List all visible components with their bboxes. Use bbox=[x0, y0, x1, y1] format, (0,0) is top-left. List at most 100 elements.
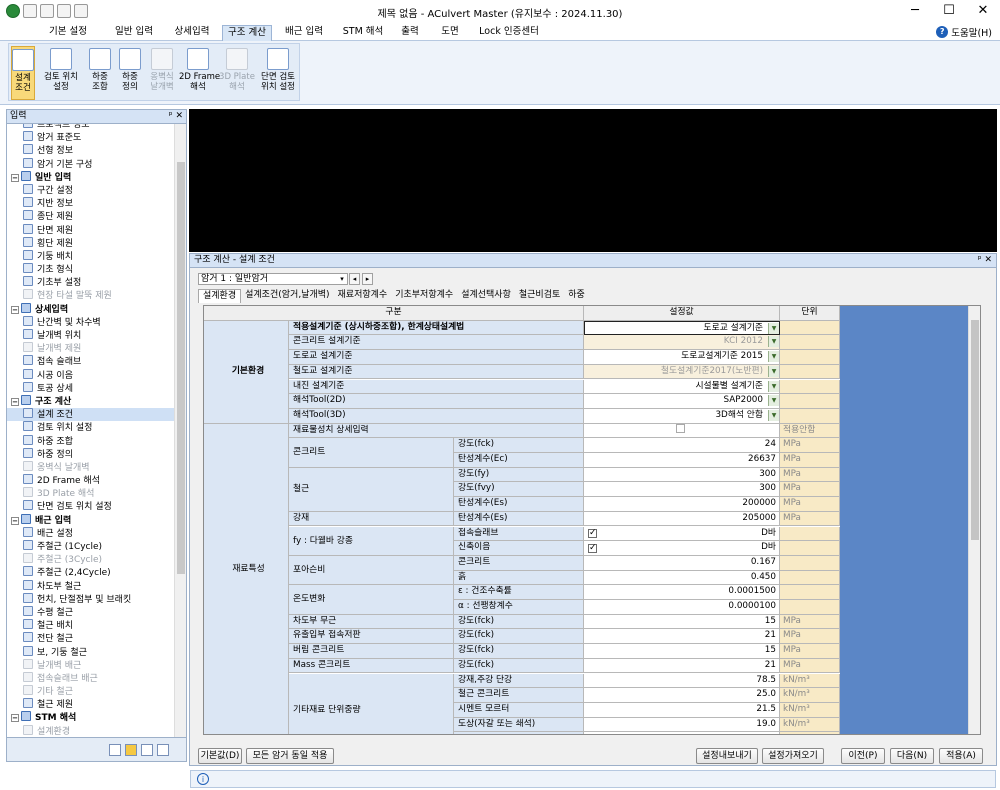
tab-output[interactable]: 출력 bbox=[392, 25, 428, 41]
temperature-value[interactable]: 0.0000100 bbox=[584, 600, 780, 615]
basic-row-select[interactable]: 철도설계기준2017(노반편) ▼ bbox=[584, 364, 780, 380]
viewport[interactable] bbox=[189, 109, 997, 252]
single-value[interactable]: 15 bbox=[584, 644, 780, 659]
import-settings-button[interactable]: 설정가져오기 bbox=[762, 748, 824, 764]
tree-item[interactable]: 지반 정보 bbox=[7, 197, 175, 210]
ribbon-section-review-button[interactable]: 단면 검토 위치 설정 bbox=[257, 46, 299, 100]
fy_d-value[interactable]: D바 bbox=[584, 541, 780, 556]
maximize-button[interactable]: ☐ bbox=[932, 0, 966, 24]
apply-all-culverts-button[interactable]: 모든 암거 동일 적용 bbox=[246, 748, 334, 764]
checkbox[interactable] bbox=[675, 423, 685, 433]
tree-item[interactable]: 현장 타설 말뚝 제원 bbox=[7, 289, 175, 302]
tree-item[interactable]: 주철근 (2,4Cycle) bbox=[7, 566, 175, 579]
close-button[interactable]: ✕ bbox=[966, 0, 1000, 24]
tree-item[interactable]: 검토 위치 설정 bbox=[7, 421, 175, 434]
close-icon[interactable]: ✕ bbox=[175, 111, 183, 121]
chevron-down-icon[interactable]: ▼ bbox=[768, 380, 779, 392]
ribbon-3d-plate-button[interactable]: 3D Plate 해석 bbox=[219, 46, 255, 100]
culvert-prev-button[interactable]: ◂ bbox=[349, 273, 360, 285]
tree-item[interactable]: 단면 제원 bbox=[7, 223, 175, 237]
tab-structural-calc[interactable]: 구조 계산 bbox=[222, 25, 272, 41]
toolbar-icon-1[interactable] bbox=[109, 744, 121, 756]
tree-item[interactable]: 종단 제원 bbox=[7, 210, 175, 223]
close-icon[interactable]: ✕ bbox=[984, 255, 992, 265]
tree-item[interactable]: 날개벽 배근 bbox=[7, 658, 175, 672]
tree-item[interactable]: 토공 상세 bbox=[7, 381, 175, 395]
tree-item[interactable]: 헌치, 단절점부 및 브래킷 bbox=[7, 592, 175, 606]
tree-item[interactable]: 날개벽 위치 bbox=[7, 329, 175, 342]
fy_d-value[interactable]: D바 bbox=[584, 526, 780, 542]
collapse-icon[interactable]: − bbox=[11, 173, 19, 182]
pin-icon[interactable]: ᵖ bbox=[978, 255, 982, 265]
chevron-down-icon[interactable]: ▼ bbox=[768, 365, 779, 377]
basic-row-select[interactable]: KCI 2012 ▼ bbox=[584, 335, 780, 351]
tree-item[interactable]: 시공 이음 bbox=[7, 368, 175, 382]
checkbox[interactable] bbox=[588, 527, 597, 540]
single-value[interactable]: 15 bbox=[584, 614, 780, 630]
basic-row-select[interactable]: 도로교설계기준 2015 ▼ bbox=[584, 350, 780, 365]
pin-icon[interactable]: ᵖ bbox=[169, 111, 173, 121]
ribbon-retaining-wingwall-button[interactable]: 옹벽식 날개벽 bbox=[145, 46, 179, 100]
tab-basic-settings[interactable]: 기본 설정 bbox=[34, 25, 102, 41]
concrete-value[interactable]: 24 bbox=[584, 438, 780, 453]
chevron-down-icon[interactable]: ▼ bbox=[768, 336, 779, 348]
ribbon-review-position-button[interactable]: 검토 위치 설정 bbox=[39, 46, 83, 100]
tree-item[interactable]: 구간 설정 bbox=[7, 183, 175, 197]
tree-item[interactable]: 수평 철근 bbox=[7, 605, 175, 619]
tab-rebar-ratio[interactable]: 철근비검토 bbox=[515, 289, 564, 303]
tree-item[interactable]: 배근 설정 bbox=[7, 526, 175, 540]
basic-row-select[interactable]: 시설물별 설계기준 ▼ bbox=[584, 379, 780, 395]
chevron-down-icon[interactable]: ▼ bbox=[768, 409, 779, 421]
rebar-value[interactable]: 200000 bbox=[584, 497, 780, 512]
prev-button[interactable]: 이전(P) bbox=[841, 748, 885, 764]
basic-row-select[interactable]: 도로교 설계기준 ▼ bbox=[584, 320, 780, 336]
rebar-value[interactable]: 300 bbox=[584, 467, 780, 483]
tree-item[interactable]: 하중 정의 bbox=[7, 447, 175, 461]
tab-foundation-resistance[interactable]: 기초부저항계수 bbox=[391, 289, 457, 303]
detail-input-checkbox[interactable] bbox=[584, 423, 780, 439]
tree-item[interactable]: 차도부 철근 bbox=[7, 579, 175, 593]
scrollbar-thumb[interactable] bbox=[177, 162, 185, 574]
unit_weight-value[interactable]: 25.0 bbox=[584, 688, 780, 703]
tree-item[interactable]: 철근 배치 bbox=[7, 619, 175, 632]
tree-item[interactable]: 보, 기둥 철근 bbox=[7, 645, 175, 659]
unit_weight-value[interactable]: 19.0 bbox=[584, 717, 780, 733]
basic-row-select[interactable]: SAP2000 ▼ bbox=[584, 394, 780, 409]
tree-item[interactable]: 주철근 (3Cycle) bbox=[7, 553, 175, 566]
tree-item[interactable]: 기초 형식 bbox=[7, 263, 175, 276]
toolbar-icon-3[interactable] bbox=[141, 744, 153, 756]
tab-stm-analysis[interactable]: STM 해석 bbox=[336, 25, 390, 41]
tree-item[interactable]: 선형 정보 bbox=[7, 144, 175, 157]
tree-item[interactable]: 하중 조합 bbox=[7, 434, 175, 448]
tab-lock-center[interactable]: Lock 인증센터 bbox=[474, 25, 544, 41]
basic-row-select[interactable]: 3D해석 안함 ▼ bbox=[584, 408, 780, 424]
tree-scrollbar[interactable] bbox=[174, 124, 186, 738]
tree-group[interactable]: − 상세입력 bbox=[7, 302, 175, 316]
tree-item[interactable]: 접속슬래브 배근 bbox=[7, 671, 175, 685]
tab-material-resistance[interactable]: 재료저항계수 bbox=[334, 289, 392, 303]
ribbon-load-definition-button[interactable]: 하중 정의 bbox=[117, 46, 143, 100]
tree-item[interactable]: 3D Plate 해석 bbox=[7, 487, 175, 500]
tree-item[interactable]: 기초부 설정 bbox=[7, 276, 175, 289]
temperature-value[interactable]: 0.0001500 bbox=[584, 585, 780, 600]
tree-group[interactable]: − 배근 입력 bbox=[7, 513, 175, 527]
tree-group[interactable]: − STM 해석 bbox=[7, 711, 175, 724]
tree-item[interactable]: 2D Frame 해석 bbox=[7, 474, 175, 487]
tree-item[interactable]: 철근 제원 bbox=[7, 698, 175, 711]
tree-group[interactable]: − 구조 계산 bbox=[7, 394, 175, 408]
tree-item[interactable]: 주철근 (1Cycle) bbox=[7, 540, 175, 553]
apply-button[interactable]: 적용(A) bbox=[939, 748, 983, 764]
collapse-icon[interactable]: − bbox=[11, 714, 19, 723]
ribbon-design-conditions-button[interactable]: 설계 조건 bbox=[11, 46, 35, 100]
unit_weight-value[interactable]: 21.5 bbox=[584, 702, 780, 718]
tree-item[interactable]: 프로젝트 정보 bbox=[7, 124, 175, 131]
chevron-down-icon[interactable]: ▼ bbox=[768, 395, 779, 407]
default-button[interactable]: 기본값(D) bbox=[198, 748, 242, 764]
culvert-next-button[interactable]: ▸ bbox=[362, 273, 373, 285]
tab-design-env[interactable]: 설계환경 bbox=[198, 289, 242, 303]
tree-item[interactable]: 접속 슬래브 bbox=[7, 355, 175, 368]
tab-design-options[interactable]: 설계선택사항 bbox=[457, 289, 515, 303]
tree-item[interactable]: 암거 기본 구성 bbox=[7, 157, 175, 171]
unit_weight-value[interactable]: 78.5 bbox=[584, 673, 780, 689]
tab-drawing[interactable]: 도면 bbox=[432, 25, 468, 41]
